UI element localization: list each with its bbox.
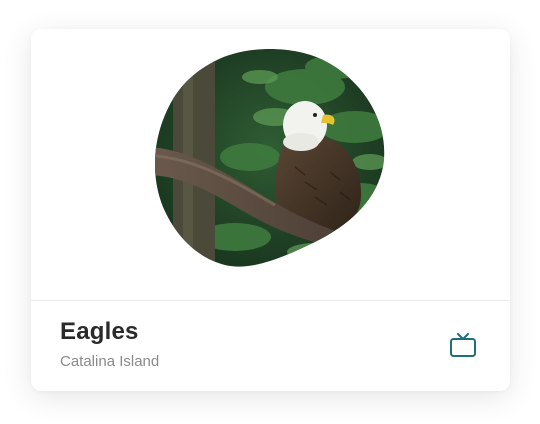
card[interactable]: Eagles Catalina Island <box>31 29 510 391</box>
card-media <box>31 29 510 300</box>
eagle-image <box>155 49 385 267</box>
tv-button[interactable] <box>445 327 481 363</box>
card-subtitle: Catalina Island <box>60 353 160 370</box>
tv-icon <box>450 333 476 357</box>
card-footer: Eagles Catalina Island <box>31 301 510 391</box>
card-title: Eagles <box>60 318 139 345</box>
